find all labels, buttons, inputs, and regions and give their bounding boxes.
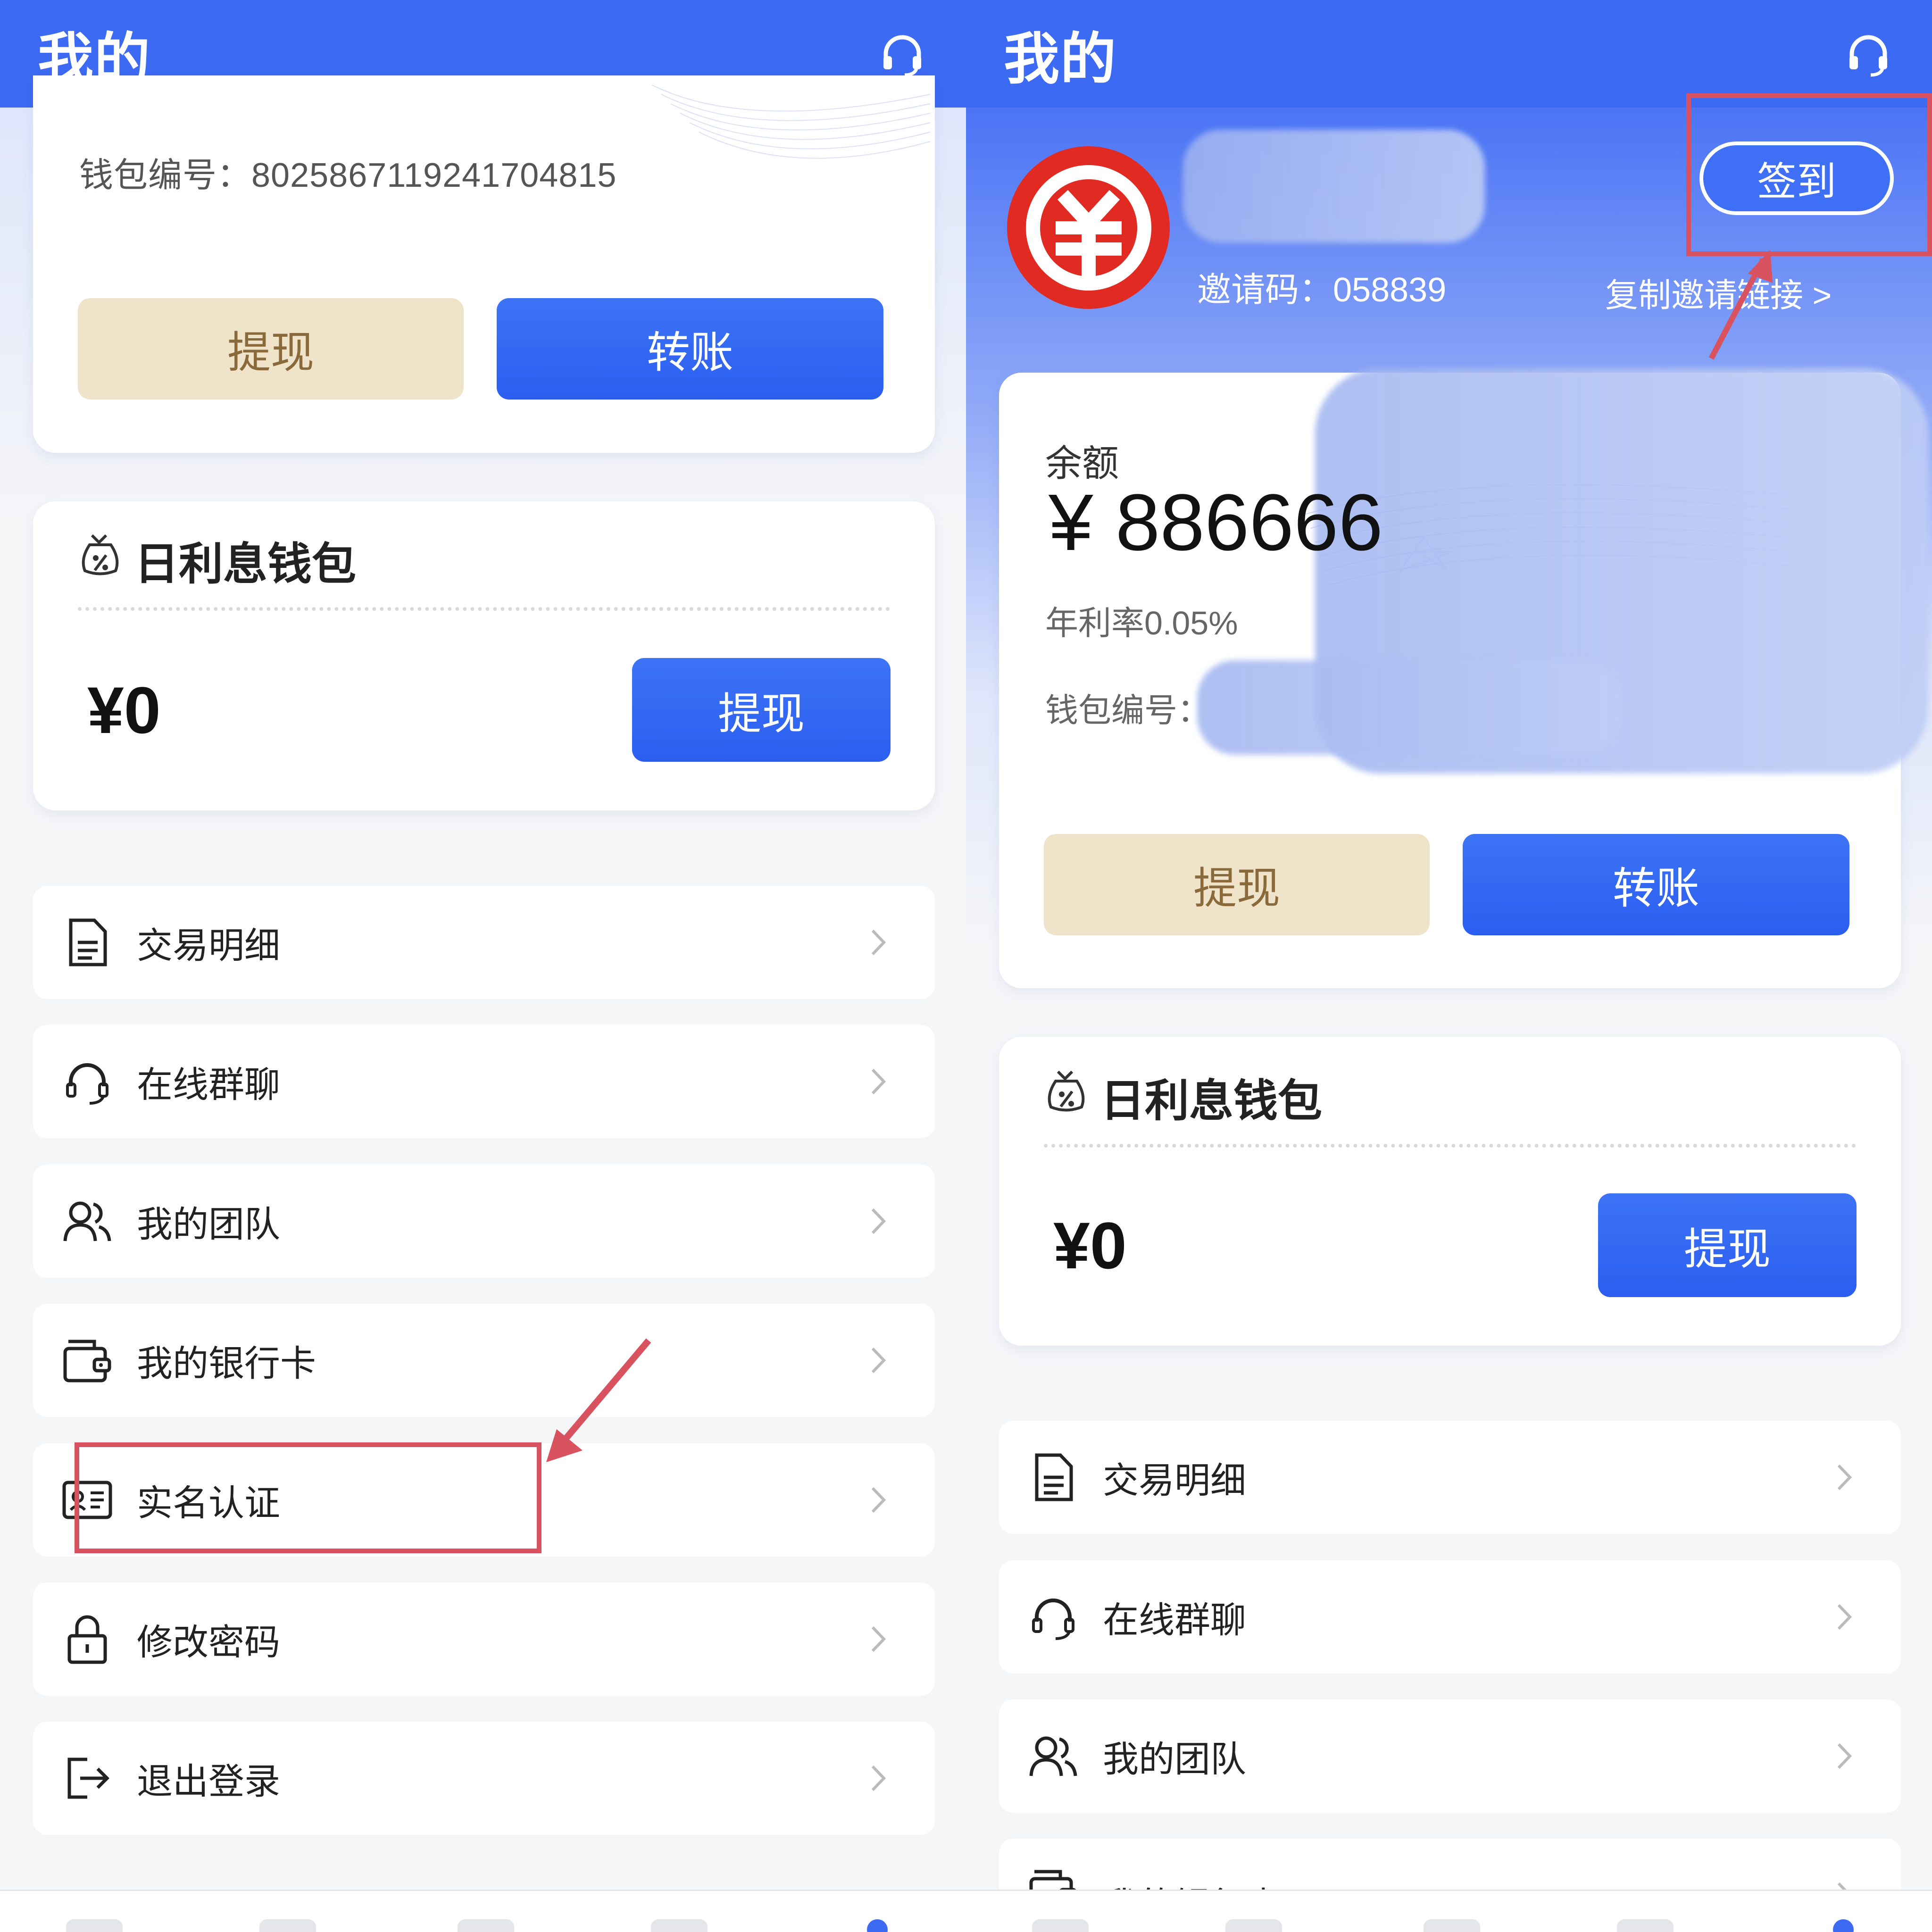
chevron-right-icon <box>1837 1464 1852 1491</box>
lock-icon <box>61 1613 113 1665</box>
menu-label: 在线群聊 <box>137 1065 280 1105</box>
menu-label: 在线群聊 <box>1103 1600 1246 1641</box>
balance-amount: ¥ 886666 <box>1049 478 1383 567</box>
tab-2[interactable] <box>1225 1919 1282 1932</box>
headset-icon[interactable] <box>1842 28 1894 80</box>
tab-2[interactable] <box>259 1919 316 1932</box>
divider <box>78 607 890 611</box>
bottom-tab-bar <box>0 1890 966 1932</box>
chevron-right-icon <box>871 1208 886 1234</box>
transfer-button[interactable]: 转账 <box>497 298 883 400</box>
document-icon <box>61 916 113 968</box>
tab-mine[interactable] <box>849 1919 906 1932</box>
menu-label: 我的团队 <box>137 1205 280 1245</box>
interest-amount: ¥0 <box>1053 1208 1127 1282</box>
menu-item-change-password[interactable]: 修改密码 <box>33 1582 935 1696</box>
users-icon <box>61 1195 113 1247</box>
transfer-button[interactable]: 转账 <box>1463 834 1849 935</box>
menu-label: 退出登录 <box>137 1762 280 1802</box>
chevron-right-icon <box>871 1487 886 1513</box>
bottom-tab-bar <box>966 1890 1932 1932</box>
interest-wallet-title: 日利息钱包 <box>1100 1076 1323 1125</box>
tab-home[interactable] <box>1032 1919 1089 1932</box>
invite-code: 邀请码：058839 <box>1197 271 1447 309</box>
annotation-arrow <box>1708 250 1773 360</box>
menu-item-transactions[interactable]: 交易明细 <box>33 886 935 999</box>
top-header: 我的 <box>966 0 1932 108</box>
menu-item-logout[interactable]: 退出登录 <box>33 1722 935 1835</box>
menu-item-bank-card[interactable]: 我的银行卡 <box>33 1304 935 1417</box>
tab-4[interactable] <box>1617 1919 1674 1932</box>
divider <box>1044 1144 1856 1148</box>
chevron-right-icon <box>871 1347 886 1374</box>
money-bag-percent-icon <box>1044 1067 1089 1114</box>
wallet-number: 钱包编号：8025867119241704815 <box>79 157 617 194</box>
wallet-number-label: 钱包编号： <box>1045 692 1210 729</box>
tab-4[interactable] <box>651 1919 708 1932</box>
menu-label: 修改密码 <box>137 1623 280 1663</box>
screenshot-canvas: 我的 钱包编号：8025867119241704815 提现 转账 日利息钱包 … <box>0 0 1932 1932</box>
highlight-box <box>75 1442 541 1553</box>
withdraw-button[interactable]: 提现 <box>1044 834 1430 935</box>
interest-amount: ¥0 <box>87 673 161 747</box>
money-bag-percent-icon <box>78 531 123 578</box>
right-phone-screen: 我的 签到 复制邀请链接 > 邀请码：058839 余额 ¥ 886666 年利… <box>966 0 1932 1932</box>
chevron-right-icon <box>1837 1743 1852 1769</box>
interest-wallet-title: 日利息钱包 <box>134 539 357 589</box>
headset-icon[interactable] <box>876 28 928 80</box>
menu-item-group-chat[interactable]: 在线群聊 <box>33 1025 935 1138</box>
tab-3[interactable] <box>458 1919 514 1932</box>
interest-withdraw-button[interactable]: 提现 <box>1598 1193 1857 1297</box>
menu-label: 我的银行卡 <box>137 1344 316 1384</box>
digital-yuan-logo-icon <box>1007 146 1170 309</box>
menu-label: 交易明细 <box>1103 1461 1246 1501</box>
annotation-arrow <box>546 1338 651 1462</box>
headset-icon <box>61 1056 113 1108</box>
chevron-right-icon <box>871 929 886 956</box>
menu-label: 我的团队 <box>1103 1740 1246 1780</box>
interest-withdraw-button[interactable]: 提现 <box>632 658 891 762</box>
tab-home[interactable] <box>66 1919 123 1932</box>
chevron-right-icon <box>871 1068 886 1095</box>
left-phone-screen: 我的 钱包编号：8025867119241704815 提现 转账 日利息钱包 … <box>0 0 966 1932</box>
redacted-region <box>1197 660 1622 755</box>
menu-item-my-team[interactable]: 我的团队 <box>33 1165 935 1278</box>
menu-item-group-chat[interactable]: 在线群聊 <box>999 1560 1901 1674</box>
page-title: 我的 <box>1004 28 1117 91</box>
document-icon <box>1027 1451 1079 1503</box>
menu-item-my-team[interactable]: 我的团队 <box>999 1699 1901 1813</box>
chevron-right-icon <box>1837 1604 1852 1630</box>
users-icon <box>1027 1730 1079 1782</box>
watermark-pattern <box>651 84 931 159</box>
withdraw-button[interactable]: 提现 <box>78 298 464 400</box>
annual-rate: 年利率0.05% <box>1045 605 1238 641</box>
wallet-card-icon <box>61 1334 113 1386</box>
menu-label: 交易明细 <box>137 926 280 966</box>
logout-icon <box>61 1752 113 1804</box>
redacted-username <box>1183 130 1485 243</box>
menu-item-transactions[interactable]: 交易明细 <box>999 1421 1901 1534</box>
tab-3[interactable] <box>1424 1919 1480 1932</box>
chevron-right-icon <box>871 1765 886 1791</box>
tab-mine[interactable] <box>1815 1919 1872 1932</box>
headset-icon <box>1027 1591 1079 1643</box>
chevron-right-icon <box>871 1626 886 1652</box>
highlight-box <box>1686 93 1932 256</box>
